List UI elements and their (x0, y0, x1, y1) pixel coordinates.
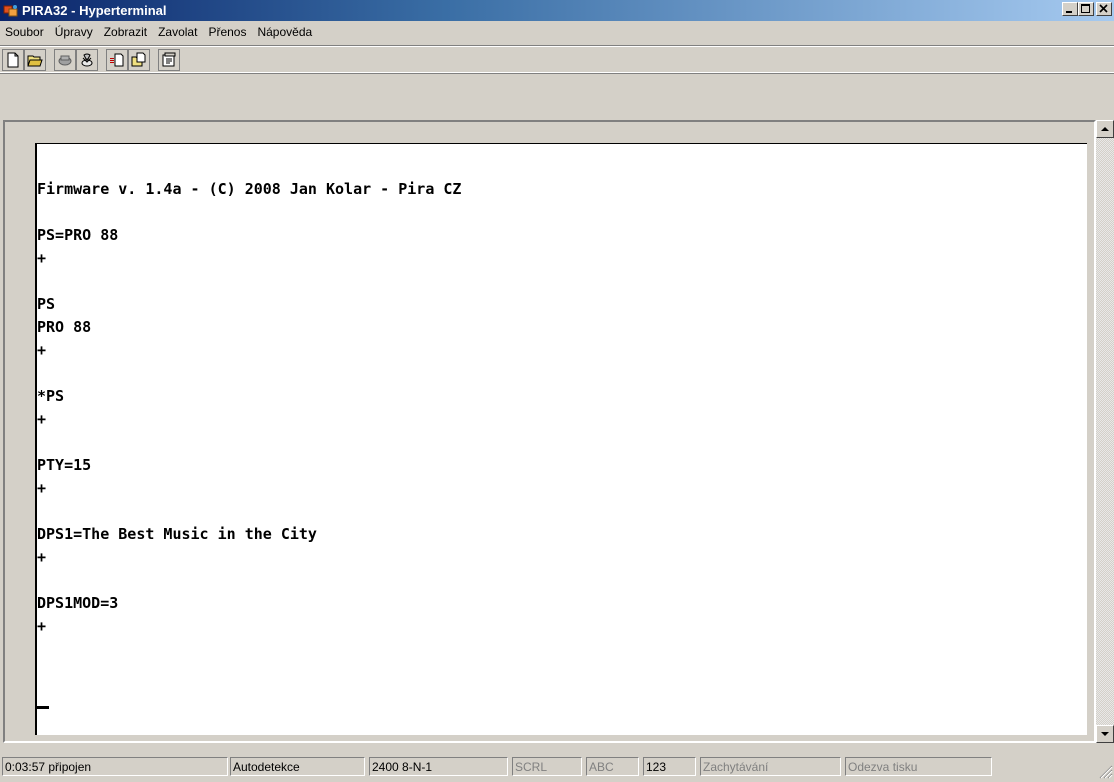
disconnect-button[interactable] (76, 49, 98, 71)
send-button[interactable] (106, 49, 128, 71)
arrow-up-icon (1101, 127, 1109, 131)
menu-bar: Soubor Úpravy Zobrazit Zavolat Přenos Ná… (0, 22, 1114, 41)
status-caps-lock: ABC (586, 757, 639, 776)
scroll-down-button[interactable] (1096, 725, 1114, 743)
toolbar (0, 45, 1114, 73)
status-print-echo: Odezva tisku (845, 757, 992, 776)
maximize-button[interactable] (1078, 2, 1094, 16)
receive-button[interactable] (128, 49, 150, 71)
status-num-lock: 123 (643, 757, 696, 776)
open-button[interactable] (24, 49, 46, 71)
close-icon (1099, 4, 1108, 13)
properties-icon (162, 52, 176, 67)
window-title: PIRA32 - Hyperterminal (22, 3, 167, 18)
open-icon (27, 55, 43, 67)
maximize-icon (1081, 4, 1090, 13)
resize-grip-icon[interactable] (1099, 765, 1113, 779)
connect-icon (58, 55, 72, 66)
menu-prenos[interactable]: Přenos (203, 25, 251, 39)
new-button[interactable] (2, 49, 24, 71)
receive-icon (131, 52, 146, 67)
menu-napoveda[interactable]: Nápověda (252, 25, 317, 39)
disconnect-icon (81, 53, 93, 67)
hyperterminal-app-icon[interactable] (3, 3, 19, 19)
arrow-down-icon (1101, 732, 1109, 736)
connect-button[interactable] (54, 49, 76, 71)
status-capture: Zachytávání (700, 757, 841, 776)
scroll-up-button[interactable] (1096, 120, 1114, 138)
menu-upravy[interactable]: Úpravy (50, 25, 98, 39)
title-bar[interactable]: PIRA32 - Hyperterminal (0, 0, 1114, 21)
minimize-button[interactable] (1062, 2, 1078, 16)
close-button[interactable] (1096, 2, 1112, 16)
menu-zavolat[interactable]: Zavolat (153, 25, 202, 39)
minimize-icon (1066, 11, 1072, 13)
new-icon (7, 52, 19, 68)
window-controls (1062, 2, 1112, 16)
status-connection-time: 0:03:57 připojen (2, 757, 228, 776)
menu-zobrazit[interactable]: Zobrazit (99, 25, 152, 39)
vertical-scrollbar[interactable] (1096, 120, 1114, 743)
status-scroll-lock: SCRL (512, 757, 582, 776)
send-icon (110, 53, 124, 67)
status-port-settings: 2400 8-N-1 (369, 757, 508, 776)
toolbar-divider (0, 73, 1114, 74)
menu-soubor[interactable]: Soubor (1, 25, 49, 39)
status-bar: 0:03:57 připojen Autodetekce 2400 8-N-1 … (0, 755, 1114, 780)
terminal-output: Firmware v. 1.4a - (C) 2008 Jan Kolar - … (37, 180, 462, 635)
status-detection: Autodetekce (230, 757, 365, 776)
properties-button[interactable] (158, 49, 180, 71)
hyperterminal-window: PIRA32 - Hyperterminal Soubor Úpravy Zob… (0, 0, 1114, 780)
text-cursor (37, 706, 49, 709)
terminal-screen[interactable]: Firmware v. 1.4a - (C) 2008 Jan Kolar - … (35, 143, 1087, 735)
